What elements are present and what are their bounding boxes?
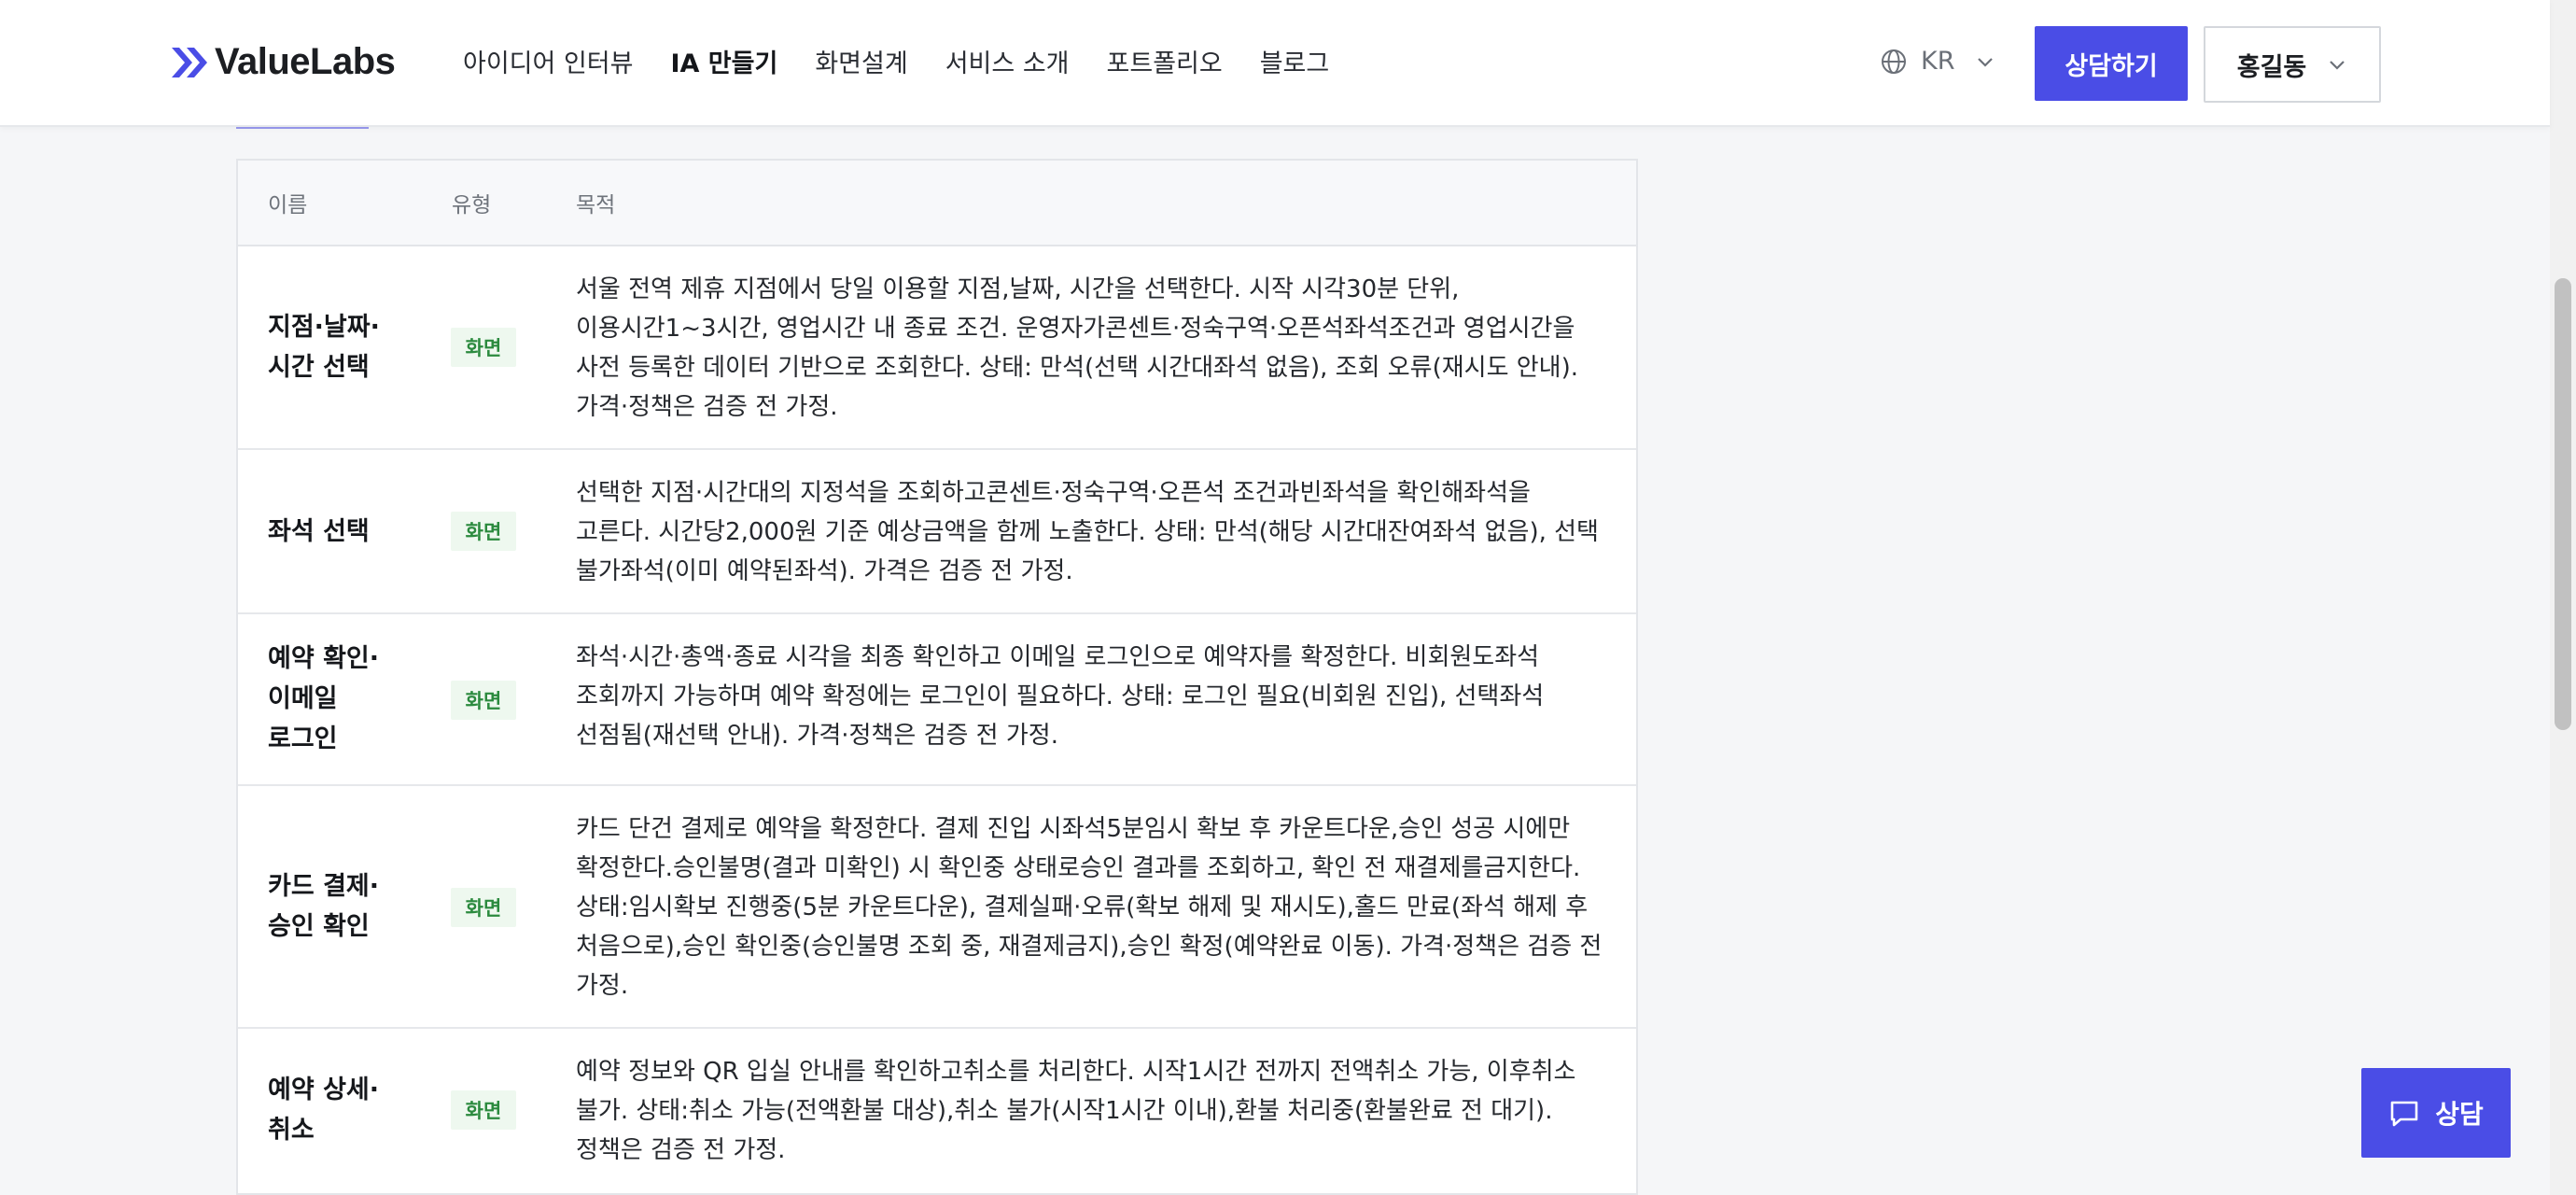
row-purpose: 선택한 지점·시간대의 지정석을 조회하고콘센트·정숙구역·오픈석 조건과빈좌석…: [576, 479, 1599, 585]
table-row[interactable]: 좌석 선택 화면 선택한 지점·시간대의 지정석을 조회하고콘센트·정숙구역·오…: [238, 450, 1636, 614]
language-selector[interactable]: KR: [1880, 47, 2009, 76]
table-header: 이름 유형 목적: [238, 161, 1636, 246]
row-purpose: 서울 전역 제휴 지점에서 당일 이용할 지점,날짜, 시간을 선택한다. 시작…: [576, 275, 1579, 421]
nav-item-service-intro[interactable]: 서비스 소개: [945, 43, 1070, 79]
brand-logo[interactable]: ValueLabs: [170, 41, 396, 83]
row-name: 지점·날짜· 시간 선택: [268, 313, 380, 382]
page-scrollbar-thumb[interactable]: [2555, 278, 2571, 730]
user-menu-button[interactable]: 홍길동: [2204, 26, 2381, 103]
nav-item-ia-builder[interactable]: IA 만들기: [670, 43, 777, 79]
row-name: 예약 상세· 취소: [268, 1076, 380, 1145]
column-header-type: 유형: [452, 193, 492, 218]
screen-list-table: 이름 유형 목적 지점·날짜· 시간 선택 화면 서울 전역 제휴 지점에서 당…: [236, 159, 1638, 1195]
user-name: 홍길동: [2236, 52, 2307, 82]
type-badge: 화면: [451, 328, 516, 367]
nav-item-portfolio[interactable]: 포트폴리오: [1107, 43, 1223, 79]
column-header-purpose: 목적: [576, 193, 616, 218]
nav-item-screen-design[interactable]: 화면설계: [815, 43, 907, 79]
logo-chevrons-icon: [172, 47, 207, 77]
brand-name: ValueLabs: [215, 41, 396, 82]
row-name: 좌석 선택: [268, 517, 370, 546]
nav-item-blog[interactable]: 블로그: [1260, 43, 1330, 79]
table-row[interactable]: 예약 상세· 취소 화면 예약 정보와 QR 입실 안내를 확인하고취소를 처리…: [238, 1029, 1636, 1193]
type-badge: 화면: [451, 681, 516, 720]
row-purpose: 예약 정보와 QR 입실 안내를 확인하고취소를 처리한다. 시작1시간 전까지…: [576, 1058, 1576, 1164]
main-nav: 아이디어 인터뷰 IA 만들기 화면설계 서비스 소개 포트폴리오 블로그: [463, 43, 1366, 79]
row-purpose: 카드 단건 결제로 예약을 확정한다. 결제 진입 시좌석5분임시 확보 후 카…: [576, 815, 1603, 1000]
type-badge: 화면: [451, 512, 516, 551]
type-badge: 화면: [451, 888, 516, 927]
row-purpose: 좌석·시간·총액·종료 시각을 최종 확인하고 이메일 로그인으로 예약자를 확…: [576, 643, 1545, 750]
chat-bubble-icon: [2390, 1101, 2418, 1127]
type-badge: 화면: [451, 1090, 516, 1130]
chevron-down-icon: [2330, 61, 2345, 70]
table-row[interactable]: 카드 결제· 승인 확인 화면 카드 단건 결제로 예약을 확정한다. 결제 진…: [238, 786, 1636, 1029]
language-label: KR: [1921, 47, 1955, 76]
chat-consult-button[interactable]: 상담: [2361, 1068, 2511, 1158]
top-header: ValueLabs 아이디어 인터뷰 IA 만들기 화면설계 서비스 소개 포트…: [0, 0, 2550, 127]
nav-item-idea-interview[interactable]: 아이디어 인터뷰: [463, 43, 633, 79]
chevron-down-icon: [1978, 57, 1994, 67]
table-row[interactable]: 예약 확인· 이메일 로그인 화면 좌석·시간·총액·종료 시각을 최종 확인하…: [238, 614, 1636, 786]
column-header-name: 이름: [268, 193, 308, 218]
table-row[interactable]: 지점·날짜· 시간 선택 화면 서울 전역 제휴 지점에서 당일 이용할 지점,…: [238, 246, 1636, 450]
consult-button[interactable]: 상담하기: [2035, 26, 2188, 101]
row-name: 카드 결제· 승인 확인: [268, 872, 380, 941]
row-name: 예약 확인· 이메일 로그인: [268, 644, 380, 753]
chat-label: 상담: [2435, 1099, 2484, 1130]
globe-icon: [1882, 49, 1906, 74]
